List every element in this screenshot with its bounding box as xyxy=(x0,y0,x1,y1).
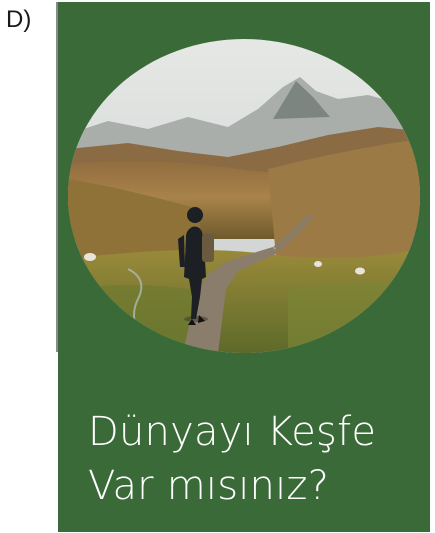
page: D) Dünyayı Keşfe Var mısınız? xyxy=(0,0,435,533)
option-letter: D) xyxy=(6,6,32,33)
travel-poster: Dünyayı Keşfe Var mısınız? xyxy=(58,2,430,532)
poster-headline: Dünyayı Keşfe Var mısınız? xyxy=(88,405,418,513)
landscape-illustration xyxy=(68,39,420,353)
headline-line-1: Dünyayı Keşfe xyxy=(88,409,377,455)
headline-line-2: Var mısınız? xyxy=(88,463,330,509)
hiker-landscape-photo xyxy=(68,39,420,353)
